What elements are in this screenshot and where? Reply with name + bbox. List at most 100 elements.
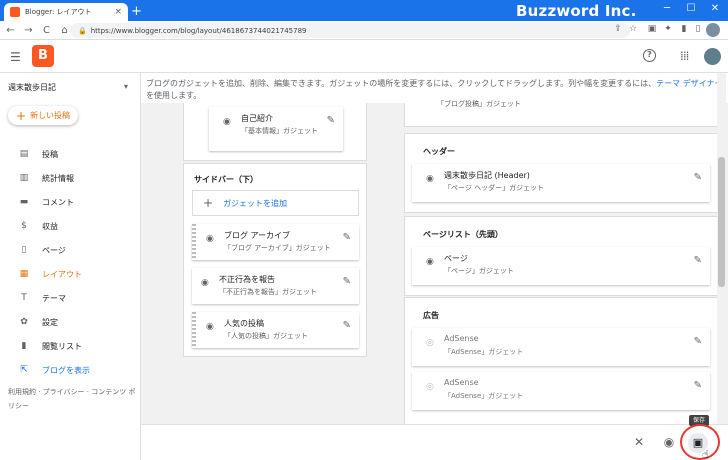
bookmark-star-icon[interactable]: ☆ [627, 24, 639, 36]
scrollbar-thumb[interactable] [718, 157, 725, 287]
gadget-type: 「AdSense」ガジェット [444, 348, 524, 356]
info-bar: ブログのガジェットを追加、削除、編集できます。ガジェットの場所を変更するには、ク… [141, 73, 728, 103]
apps-grid-icon[interactable]: ⁞⁞⁞ [680, 49, 690, 63]
add-gadget-button[interactable]: + ガジェットを追加 [192, 190, 359, 216]
eye-icon[interactable]: ◉ [206, 234, 218, 244]
pencil-icon[interactable]: ✎ [343, 232, 351, 243]
layout-editor: ブログのガジェットを追加、削除、編集できます。ガジェットの場所を変更するには、ク… [141, 73, 728, 424]
sidebar-item-label: 投稿 [42, 149, 58, 159]
gadget-profile[interactable]: ◉ 自己紹介 「基本情報」ガジェット ✎ [209, 107, 343, 151]
comment-icon: ▬ [19, 197, 29, 207]
preview-eye-icon[interactable]: ◉ [661, 435, 677, 449]
eye-icon[interactable]: ◉ [206, 322, 218, 332]
eye-icon[interactable]: ◉ [201, 278, 213, 288]
extension-icon[interactable]: ▣ [646, 24, 658, 36]
gadget-adsense-2[interactable]: ◎ AdSense 「AdSense」ガジェット ✎ [412, 372, 710, 410]
blog-posts-panel-partial: 「ブログ投稿」ガジェット [404, 100, 718, 127]
sidebar-item-stats[interactable]: ▥ 統計情報 [0, 168, 141, 188]
pagelist-panel: ページリスト（先頭） ◉ ページ 「ページ」ガジェット ✎ [404, 216, 718, 296]
gadget-blog-archive[interactable]: ◉ ブログ アーカイブ 「ブログ アーカイブ」ガジェット ✎ [192, 224, 359, 260]
pencil-icon[interactable]: ✎ [694, 380, 702, 391]
view-blog-link[interactable]: ⇱ ブログを表示 [0, 360, 141, 380]
pencil-icon[interactable]: ✎ [327, 115, 335, 126]
reading-list-icon[interactable]: ▮ [678, 24, 690, 36]
eye-off-icon[interactable]: ◎ [426, 382, 438, 392]
gadget-popular-posts[interactable]: ◉ 人気の投稿 「人気の投稿」ガジェット ✎ [192, 312, 359, 348]
gadget-name: AdSense [444, 334, 479, 343]
browser-profile-avatar[interactable] [706, 23, 720, 37]
blog-selector[interactable]: 週末散歩日記 ▾ [8, 82, 128, 93]
gadget-name: AdSense [444, 378, 479, 387]
gadget-type: 「人気の投稿」ガジェット [224, 332, 308, 340]
gadget-type: 「ブログ投稿」ガジェット [437, 100, 521, 108]
sidepanel-icon[interactable]: ▯ [692, 24, 704, 36]
add-gadget-label: ガジェットを追加 [223, 198, 288, 208]
hamburger-menu-icon[interactable]: ☰ [10, 50, 21, 64]
gadget-name: ブログ アーカイブ [224, 231, 291, 240]
new-post-label: 新しい投稿 [30, 111, 71, 120]
pencil-icon[interactable]: ✎ [694, 255, 702, 266]
sidebar-item-earnings[interactable]: $ 収益 [0, 216, 141, 236]
eye-icon[interactable]: ◉ [426, 174, 438, 184]
sidebar-item-label: レイアウト [42, 269, 82, 279]
footer-links[interactable]: 利用規約 · プライバシー · コンテンツ ポリシー [8, 385, 136, 413]
drag-handle[interactable] [192, 312, 196, 348]
browser-tab[interactable]: Blogger: レイアウト × [4, 3, 128, 21]
puzzle-icon[interactable]: ✦ [662, 24, 674, 36]
sidebar: 週末散歩日記 ▾ + 新しい投稿 ▤ 投稿 ▥ 統計情報 ▬ コメント $ 収益… [0, 73, 141, 460]
new-post-button[interactable]: + 新しい投稿 [8, 106, 78, 125]
minimize-icon[interactable]: ─ [660, 3, 674, 17]
gadget-name: 不正行為を報告 [219, 275, 275, 284]
forward-icon[interactable]: → [21, 25, 36, 36]
blogger-logo[interactable]: B [32, 45, 54, 67]
sidebar-item-label: 統計情報 [42, 173, 74, 183]
pencil-icon[interactable]: ✎ [343, 276, 351, 287]
sidebar-item-comments[interactable]: ▬ コメント [0, 192, 141, 212]
maximize-icon[interactable]: ☐ [684, 3, 698, 17]
eye-icon[interactable]: ◉ [426, 257, 438, 267]
new-tab-button[interactable]: + [131, 4, 142, 19]
tab-close-icon[interactable]: × [114, 7, 122, 17]
sidebar-item-theme[interactable]: T テーマ [0, 288, 141, 308]
pencil-icon[interactable]: ✎ [343, 320, 351, 331]
avatar[interactable] [704, 48, 721, 65]
drag-handle[interactable] [192, 224, 196, 260]
layout-icon: ▦ [19, 269, 29, 279]
back-icon[interactable]: ← [3, 25, 18, 36]
sidebar-item-label: 設定 [42, 317, 58, 327]
panel-title: サイドバー（下） [194, 175, 258, 184]
sidebar-item-layout[interactable]: ▦ レイアウト [0, 264, 141, 284]
sidebar-item-settings[interactable]: ✿ 設定 [0, 312, 141, 332]
reload-icon[interactable]: C [39, 25, 54, 36]
action-bar: ✕ ◉ ▣ [141, 424, 728, 460]
help-icon[interactable]: ? [643, 49, 656, 62]
eye-off-icon[interactable]: ◎ [426, 338, 438, 348]
gadget-report-abuse[interactable]: ◉ 不正行為を報告 「不正行為を報告」ガジェット ✎ [192, 268, 359, 304]
sidebar-item-label: 閲覧リスト [42, 341, 82, 351]
sidebar-item-pages[interactable]: ▯ ページ [0, 240, 141, 260]
gadget-pages[interactable]: ◉ ページ 「ページ」ガジェット ✎ [412, 247, 710, 285]
sidebar-item-reading-list[interactable]: ▮ 閲覧リスト [0, 336, 141, 356]
gadget-adsense-1[interactable]: ◎ AdSense 「AdSense」ガジェット ✎ [412, 328, 710, 366]
pencil-icon[interactable]: ✎ [694, 336, 702, 347]
gadget-type: 「不正行為を報告」ガジェット [219, 288, 317, 296]
url-field[interactable]: 🔒 https://www.blogger.com/blog/layout/46… [70, 23, 630, 38]
blogger-favicon-icon [10, 7, 20, 17]
bookmark-icon: ▮ [21, 341, 27, 351]
eye-icon[interactable]: ◉ [223, 117, 235, 127]
plus-icon: + [16, 108, 27, 123]
theme-designer-link[interactable]: テーマ デザイナ [656, 79, 714, 88]
ads-panel: 広告 ◎ AdSense 「AdSense」ガジェット ✎ ◎ AdSense … [404, 297, 718, 424]
pencil-icon[interactable]: ✎ [694, 172, 702, 183]
gadget-type: 「ブログ アーカイブ」ガジェット [224, 244, 331, 252]
gadget-header[interactable]: ◉ 週末散歩日記 (Header) 「ページ ヘッダー」ガジェット ✎ [412, 164, 710, 202]
sidebar-item-label: コメント [42, 197, 74, 207]
close-window-icon[interactable]: ✕ [708, 3, 722, 17]
share-icon[interactable]: ⇪ [612, 24, 624, 36]
sidebar-item-posts[interactable]: ▤ 投稿 [0, 144, 141, 164]
gadget-name: ページ [444, 254, 468, 263]
posts-icon: ▤ [19, 149, 29, 159]
gear-icon: ✿ [20, 317, 28, 327]
lock-icon: 🔒 [78, 26, 87, 35]
close-icon[interactable]: ✕ [631, 435, 647, 449]
